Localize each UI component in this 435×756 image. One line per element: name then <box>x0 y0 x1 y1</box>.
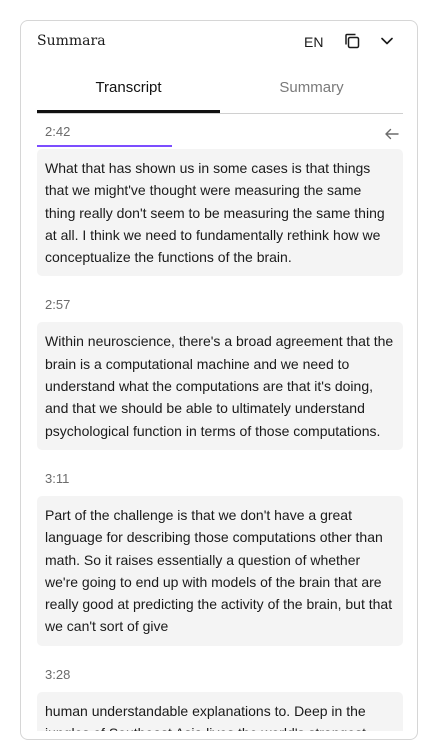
transcript-segment: 2:57 Within neuroscience, there's a broa… <box>37 294 403 450</box>
panel-header: Summara EN <box>21 21 417 65</box>
transcript-panel: Summara EN Transcript Summary 2:42 What … <box>20 20 418 740</box>
playback-progress <box>37 143 403 149</box>
copy-icon[interactable] <box>343 32 361 50</box>
chevron-down-icon[interactable] <box>379 33 395 49</box>
arrow-left-icon[interactable] <box>383 125 401 143</box>
playback-progress-fill <box>37 145 173 147</box>
active-tab-indicator <box>37 110 220 113</box>
segment-text: human understandable explanations to. De… <box>37 691 403 731</box>
language-selector[interactable]: EN <box>304 34 323 50</box>
segment-text: What that has shown us in some cases is … <box>37 149 403 277</box>
tab-summary[interactable]: Summary <box>220 73 403 113</box>
segment-timestamp[interactable]: 3:28 <box>37 664 403 686</box>
transcript-segment: 2:42 What that has shown us in some case… <box>37 121 403 277</box>
segment-timestamp[interactable]: 2:57 <box>37 294 403 316</box>
segment-text: Within neuroscience, there's a broad agr… <box>37 322 403 450</box>
tab-transcript[interactable]: Transcript <box>37 73 220 113</box>
segment-timestamp[interactable]: 2:42 <box>37 121 403 143</box>
segment-timestamp[interactable]: 3:11 <box>37 468 403 490</box>
transcript-segment: 3:11 Part of the challenge is that we do… <box>37 468 403 646</box>
transcript-segment: 3:28 human understandable explanations t… <box>37 664 403 731</box>
segment-text: Part of the challenge is that we don't h… <box>37 495 403 646</box>
tab-bar: Transcript Summary <box>37 73 403 114</box>
transcript-list[interactable]: 2:42 What that has shown us in some case… <box>37 121 403 731</box>
brand-name: Summara <box>37 33 106 49</box>
